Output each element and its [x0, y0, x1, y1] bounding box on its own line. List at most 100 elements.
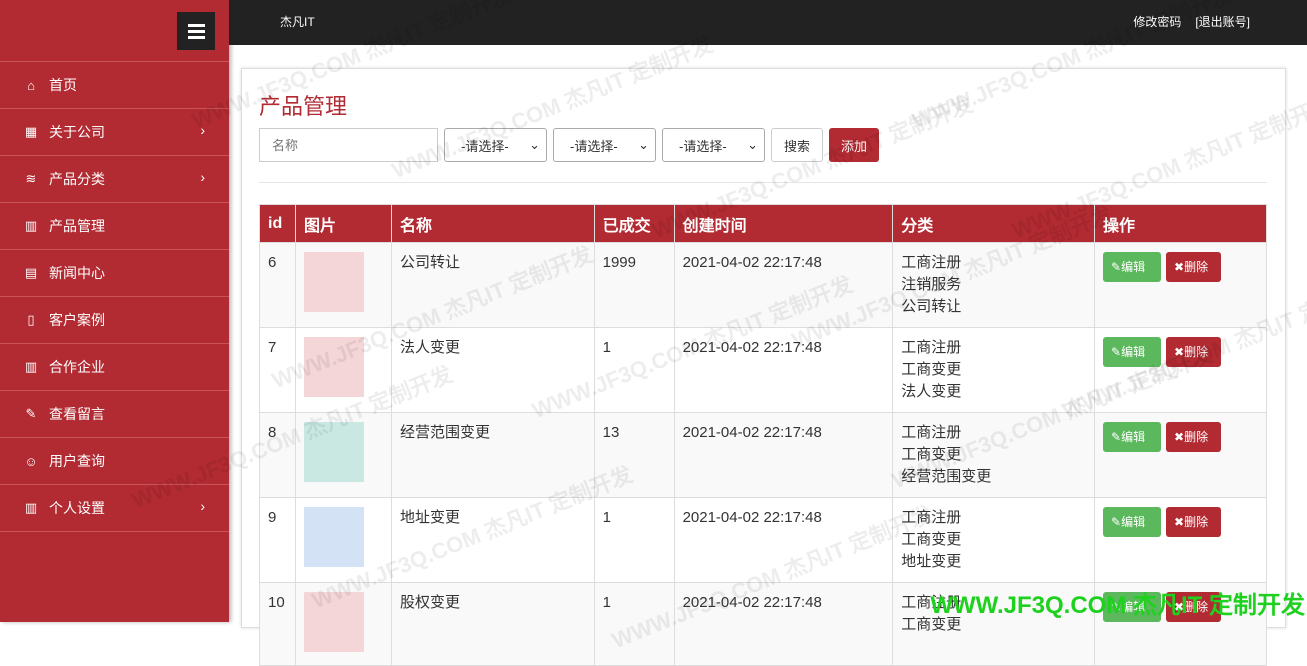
sidebar-item-label: 合作企业 — [49, 359, 105, 375]
page-title: 产品管理 — [259, 94, 348, 119]
edit-button[interactable]: ✎ 编辑 — [1103, 337, 1161, 367]
book-icon: ▯ — [27, 312, 35, 327]
sidebar-item-label: 用户查询 — [49, 453, 105, 469]
product-thumbnail — [303, 592, 364, 652]
logout-link[interactable]: [退出账号] — [1195, 13, 1250, 30]
category-label: 工商注册 — [901, 424, 962, 441]
watermark: WWW.JF3Q.COM 杰凡IT 定制开发 — [930, 592, 1305, 619]
filter-select-2[interactable]: -请选择- ⌄ — [553, 128, 656, 162]
sidebar-item-2[interactable]: ≋ 产品分类 › — [0, 156, 229, 203]
delete-button[interactable]: ✖ 删除 — [1166, 422, 1221, 452]
sidebar-item-label: 客户案例 — [49, 312, 105, 328]
sidebar-item-8[interactable]: ☺ 用户查询 — [0, 438, 229, 485]
cell-id: 10 — [259, 582, 296, 666]
cell-sold: 1 — [593, 327, 675, 413]
category-label: 工商注册 — [901, 509, 962, 526]
sidebar-item-label: 新闻中心 — [49, 265, 105, 281]
table-icon: ▦ — [24, 124, 38, 139]
column-header: 图片 — [294, 204, 392, 243]
category-label: 工商注册 — [901, 254, 962, 271]
cell-id: 9 — [259, 497, 296, 583]
bar-chart-icon: ▥ — [24, 500, 38, 515]
sidebar-item-label: 个人设置 — [49, 500, 105, 516]
product-thumbnail — [303, 337, 364, 397]
file-icon: ▤ — [24, 265, 38, 280]
search-button[interactable]: 搜索 — [771, 128, 824, 162]
sidebar-item-7[interactable]: ✎ 查看留言 — [0, 391, 229, 438]
cell-created: 2021-04-02 22:17:48 — [673, 327, 894, 413]
brand[interactable]: 杰凡IT — [280, 13, 315, 30]
add-button[interactable]: 添加 — [829, 128, 880, 162]
cell-created: 2021-04-02 22:17:48 — [673, 497, 894, 583]
table-row: 7 法人变更 1 2021-04-02 22:17:48 工商注册 工商变更 法人变… — [259, 327, 1267, 413]
pencil-icon: ✎ — [25, 406, 37, 421]
category-label: 地址变更 — [901, 553, 962, 570]
sidebar-item-label: 关于公司 — [49, 124, 105, 140]
table-row: 8 经营范围变更 13 2021-04-02 22:17:48 工商注册 工商变更… — [259, 412, 1267, 498]
cell-sold: 1999 — [593, 242, 675, 328]
cell-image — [294, 242, 392, 328]
cell-name: 公司转让 — [390, 242, 595, 328]
home-icon: ⌂ — [27, 77, 35, 93]
sidebar-item-label: 产品分类 — [49, 171, 105, 187]
user-icon: ☺ — [24, 453, 38, 469]
menu-toggle-button[interactable] — [177, 12, 215, 50]
delete-button[interactable]: ✖ 删除 — [1166, 252, 1221, 282]
filter-select-3[interactable]: -请选择- ⌄ — [662, 128, 765, 162]
sidebar-item-6[interactable]: ▥ 合作企业 — [0, 344, 229, 391]
layers-icon: ≋ — [25, 171, 37, 186]
table-row: 9 地址变更 1 2021-04-02 22:17:48 工商注册 工商变更 地址变… — [259, 497, 1267, 583]
cell-name: 经营范围变更 — [390, 412, 595, 498]
product-thumbnail — [303, 252, 364, 312]
column-header: id — [259, 204, 296, 243]
category-label: 经营范围变更 — [901, 468, 992, 485]
divider — [259, 182, 1267, 183]
cell-actions: ✎ 编辑 ✖ 删除 — [1094, 497, 1267, 583]
cell-created: 2021-04-02 22:17:48 — [673, 582, 894, 666]
category-label: 工商变更 — [901, 361, 962, 378]
category-label: 公司转让 — [901, 298, 962, 315]
category-label: 工商注册 — [901, 339, 962, 356]
edit-button[interactable]: ✎ 编辑 — [1103, 252, 1161, 282]
cell-image — [294, 327, 392, 413]
sidebar-menu: ⌂ 首页 ▦ 关于公司 › ≋ 产品分类 › ▥ 产品管理 ▤ 新闻中心 ▯ 客户案例 ▥ 合作企业 ✎ 查看留言… — [0, 61, 229, 532]
name-search-input[interactable] — [259, 128, 438, 162]
sidebar: ⌂ 首页 ▦ 关于公司 › ≋ 产品分类 › ▥ 产品管理 ▤ 新闻中心 ▯ 客户案例 ▥ 合作企业 ✎ 查看留言… — [0, 0, 229, 622]
filter-select-1[interactable]: -请选择- ⌄ — [444, 128, 547, 162]
chevron-down-icon: ⌄ — [747, 137, 758, 152]
sidebar-item-4[interactable]: ▤ 新闻中心 — [0, 250, 229, 297]
close-icon: ✖ — [1174, 430, 1185, 444]
cell-actions: ✎ 编辑 ✖ 删除 — [1094, 242, 1267, 328]
sidebar-item-0[interactable]: ⌂ 首页 — [0, 62, 229, 109]
category-label: 注销服务 — [901, 276, 962, 293]
cell-image — [294, 582, 392, 666]
product-thumbnail — [303, 422, 364, 482]
sidebar-item-label: 查看留言 — [49, 406, 105, 422]
cell-id: 6 — [259, 242, 296, 328]
cell-image — [294, 412, 392, 498]
sidebar-item-3[interactable]: ▥ 产品管理 — [0, 203, 229, 250]
bar-chart-icon: ▥ — [24, 359, 38, 374]
chevron-down-icon: ⌄ — [529, 137, 540, 152]
close-icon: ✖ — [1174, 515, 1185, 529]
chevron-right-icon: › — [200, 169, 205, 185]
change-password-link[interactable]: 修改密码 — [1133, 13, 1181, 30]
cell-name: 法人变更 — [390, 327, 595, 413]
edit-button[interactable]: ✎ 编辑 — [1103, 507, 1161, 537]
cell-name: 股权变更 — [390, 582, 595, 666]
chevron-right-icon: › — [200, 122, 205, 138]
cell-created: 2021-04-02 22:17:48 — [673, 242, 894, 328]
delete-button[interactable]: ✖ 删除 — [1166, 507, 1221, 537]
sidebar-item-5[interactable]: ▯ 客户案例 — [0, 297, 229, 344]
edit-button[interactable]: ✎ 编辑 — [1103, 422, 1161, 452]
edit-icon: ✎ — [1111, 345, 1122, 359]
cell-sold: 13 — [593, 412, 675, 498]
cell-actions: ✎ 编辑 ✖ 删除 — [1094, 327, 1267, 413]
sidebar-item-9[interactable]: ▥ 个人设置 › — [0, 485, 229, 532]
delete-button[interactable]: ✖ 删除 — [1166, 337, 1221, 367]
edit-icon: ✎ — [1111, 515, 1122, 529]
cell-created: 2021-04-02 22:17:48 — [673, 412, 894, 498]
category-label: 工商变更 — [901, 531, 962, 548]
cell-id: 8 — [259, 412, 296, 498]
sidebar-item-1[interactable]: ▦ 关于公司 › — [0, 109, 229, 156]
